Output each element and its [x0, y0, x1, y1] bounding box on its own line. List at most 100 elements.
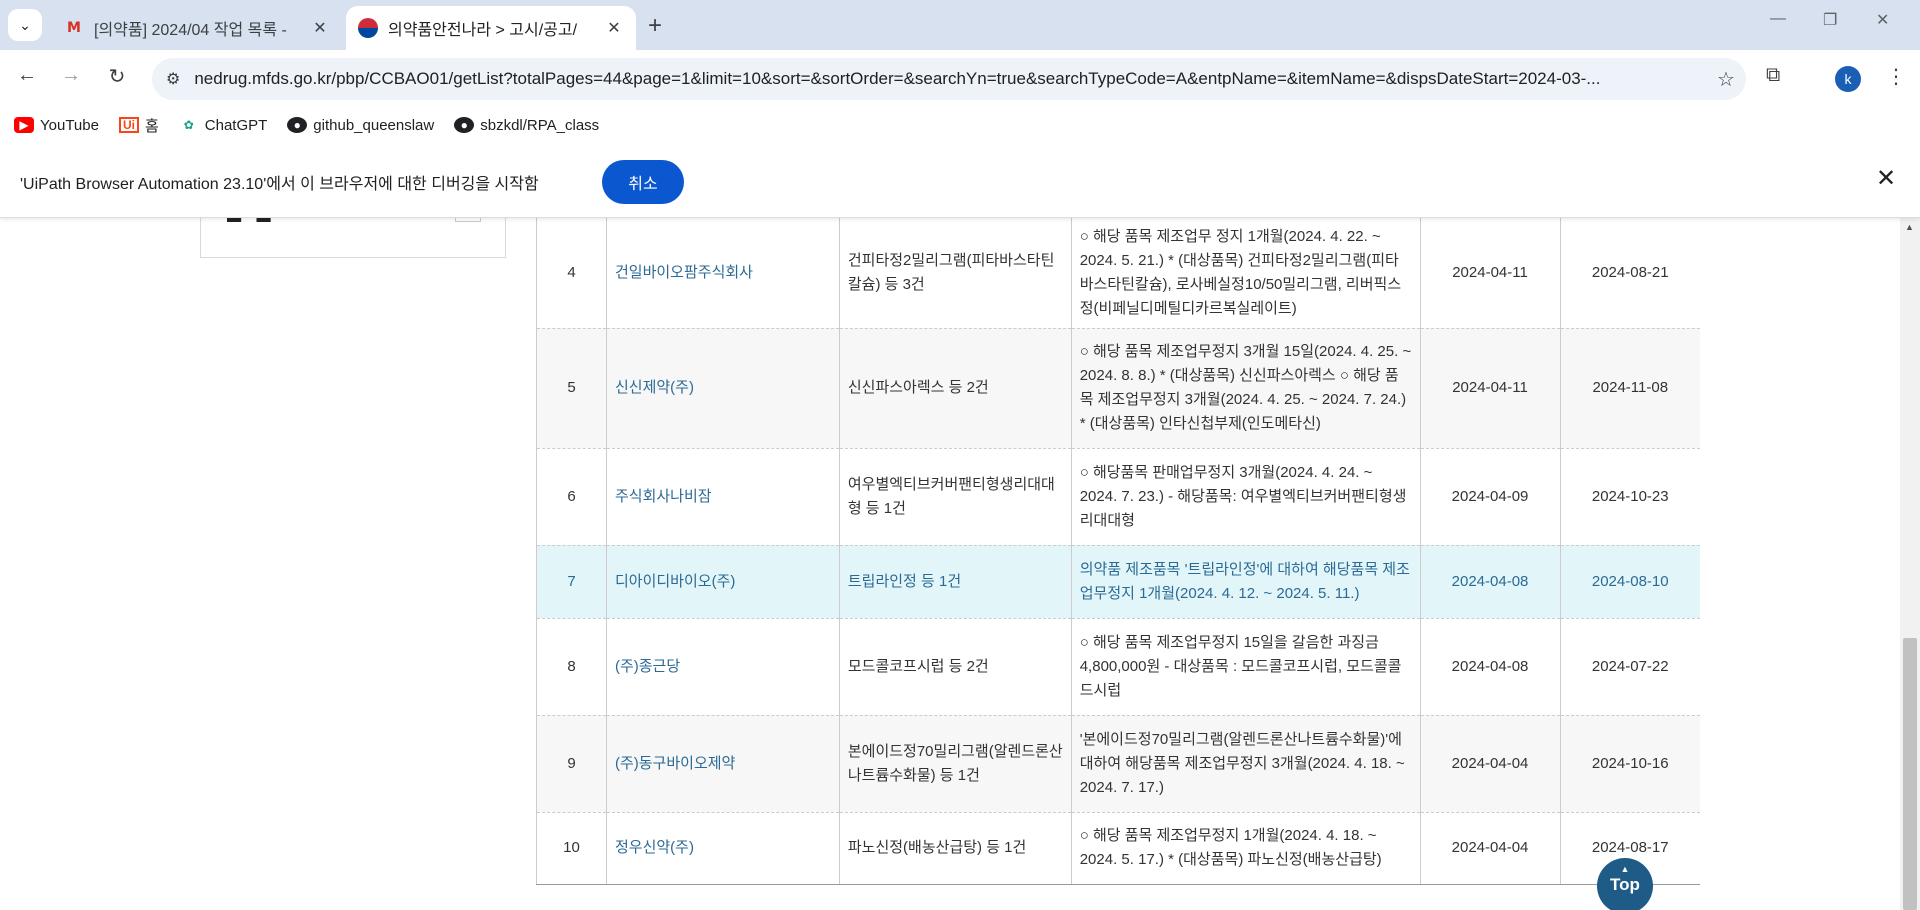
- disposition-date: 2024-04-09: [1420, 448, 1561, 546]
- sanction-table: 4 건일바이오팜주식회사 건피타정2밀리그램(피타바스타틴칼슘) 등 3건 ○ …: [536, 218, 1700, 885]
- more-menu-icon[interactable]: ⋮: [1886, 64, 1906, 89]
- window-close-button[interactable]: ✕: [1876, 10, 1889, 30]
- site-info-icon[interactable]: ⚙: [166, 69, 180, 89]
- table-row[interactable]: 4 건일바이오팜주식회사 건피타정2밀리그램(피타바스타틴칼슘) 등 3건 ○ …: [536, 218, 1700, 329]
- top-button-label: Top: [1610, 875, 1640, 894]
- tab-title: [의약품] 2024/04 작업 목록 -: [94, 22, 287, 39]
- bookmark-label: ChatGPT: [204, 116, 268, 134]
- forward-arrow-icon[interactable]: →: [56, 64, 86, 87]
- page-content: █▁█▁▁▁ 4 건일바이오팜주식회사 건피타정2밀리그램(피타바스타틴칼슘) …: [0, 218, 1900, 910]
- avatar[interactable]: k: [1835, 66, 1861, 92]
- row-number: 7: [536, 545, 607, 619]
- bookmark-label: github_queenslaw: [313, 116, 435, 134]
- description-cell: ○ 해당 품목 제조업무정지 3개월 15일(2024. 4. 25. ~ 20…: [1071, 328, 1421, 449]
- arrow-up-icon: ▲: [1620, 864, 1630, 874]
- github-icon: ●: [287, 117, 308, 133]
- new-tab-button[interactable]: +: [648, 12, 662, 40]
- row-number: 8: [536, 618, 607, 716]
- bookmark-home[interactable]: Ui 홈: [118, 115, 159, 136]
- sidebar-toggle-button[interactable]: [455, 218, 481, 222]
- tab-search-button[interactable]: ⌄: [8, 9, 42, 41]
- end-date: 2024-08-10: [1560, 545, 1700, 619]
- github-icon: ●: [454, 117, 475, 133]
- description-cell: ○ 해당 품목 제조업무 정지 1개월(2024. 4. 22. ~ 2024.…: [1071, 218, 1421, 329]
- tab-title: 의약품안전나라 > 고시/공고/: [388, 22, 578, 39]
- table-row[interactable]: 7 디아이디바이오(주) 트립라인정 등 1건 의약품 제조품목 '트립라인정'…: [536, 545, 1700, 619]
- description-cell: ○ 해당품목 판매업무정지 3개월(2024. 4. 24. ~ 2024. 7…: [1071, 448, 1421, 546]
- end-date: 2024-07-22: [1560, 618, 1700, 716]
- scroll-up-arrow-icon[interactable]: ▲: [1905, 222, 1914, 232]
- disposition-date: 2024-04-11: [1420, 328, 1561, 449]
- row-number: 5: [536, 328, 607, 449]
- chevron-down-icon: ⌄: [19, 16, 31, 33]
- cancel-button[interactable]: 취소: [602, 160, 684, 204]
- close-icon[interactable]: ✕: [1876, 164, 1896, 193]
- bookmark-label: 홈: [144, 117, 159, 135]
- description-cell: '본에이드정70밀리그램(알렌드론산나트륨수화물)'에 대하여 해당품목 제조업…: [1071, 715, 1421, 813]
- sidebar-box: █▁█▁▁▁: [200, 218, 506, 258]
- disposition-date: 2024-04-08: [1420, 545, 1561, 619]
- item-cell: 건피타정2밀리그램(피타바스타틴칼슘) 등 3건: [839, 218, 1072, 329]
- description-cell: ○ 해당 품목 제조업무정지 15일을 갈음한 과징금 4,800,000원 -…: [1071, 618, 1421, 716]
- end-date: 2024-11-08: [1560, 328, 1700, 449]
- bookmark-youtube[interactable]: ▶ YouTube: [14, 117, 99, 134]
- company-link[interactable]: (주)동구바이오제약: [606, 715, 840, 813]
- url-text[interactable]: nedrug.mfds.go.kr/pbp/CCBAO01/getList?to…: [194, 69, 1706, 89]
- table-row[interactable]: 10 정우신약(주) 파노신정(배농산급탕) 등 1건 ○ 해당 품목 제조업무…: [536, 812, 1700, 885]
- table-row[interactable]: 5 신신제약(주) 신신파스아렉스 등 2건 ○ 해당 품목 제조업무정지 3개…: [536, 328, 1700, 449]
- row-number: 4: [536, 218, 607, 329]
- item-cell: 여우별엑티브커버팬티형생리대대형 등 1건: [839, 448, 1072, 546]
- browser-toolbar: ← → ↻ ⚙ nedrug.mfds.go.kr/pbp/CCBAO01/ge…: [0, 50, 1920, 108]
- company-link[interactable]: 건일바이오팜주식회사: [606, 218, 840, 329]
- item-cell: 모드콜코프시럽 등 2건: [839, 618, 1072, 716]
- company-link[interactable]: 디아이디바이오(주): [606, 545, 840, 619]
- table-row[interactable]: 8 (주)종근당 모드콜코프시럽 등 2건 ○ 해당 품목 제조업무정지 15일…: [536, 618, 1700, 716]
- back-arrow-icon[interactable]: ←: [12, 64, 42, 87]
- debugging-infobar: 'UiPath Browser Automation 23.10'에서 이 브라…: [0, 142, 1920, 218]
- tab-nedrug[interactable]: 의약품안전나라 > 고시/공고/ ✕: [346, 6, 636, 50]
- reload-icon[interactable]: ↻: [102, 64, 132, 89]
- infobar-message: 'UiPath Browser Automation 23.10'에서 이 브라…: [20, 176, 539, 193]
- disposition-date: 2024-04-04: [1420, 715, 1561, 813]
- bookmark-chatgpt[interactable]: ✿ ChatGPT: [179, 117, 268, 134]
- chatgpt-icon: ✿: [183, 118, 194, 132]
- row-number: 10: [536, 812, 607, 885]
- row-number: 9: [536, 715, 607, 813]
- bookmark-github-queenslaw[interactable]: ● github_queenslaw: [287, 117, 434, 134]
- bookmark-rpa-class[interactable]: ● sbzkdl/RPA_class: [454, 117, 599, 134]
- korea-flag-icon: [358, 18, 378, 38]
- restore-button[interactable]: ❐: [1823, 10, 1837, 30]
- bookmark-star-icon[interactable]: ☆: [1706, 67, 1746, 92]
- extensions-icon[interactable]: ⧉: [1766, 64, 1780, 87]
- company-link[interactable]: 신신제약(주): [606, 328, 840, 449]
- company-link[interactable]: (주)종근당: [606, 618, 840, 716]
- end-date: 2024-10-23: [1560, 448, 1700, 546]
- plus-icon: +: [648, 12, 663, 39]
- bookmark-label: sbzkdl/RPA_class: [480, 116, 600, 134]
- table-row[interactable]: 6 주식회사나비잠 여우별엑티브커버팬티형생리대대형 등 1건 ○ 해당품목 판…: [536, 448, 1700, 546]
- address-bar[interactable]: ⚙ nedrug.mfds.go.kr/pbp/CCBAO01/getList?…: [152, 58, 1746, 100]
- tab-gmail[interactable]: M [의약품] 2024/04 작업 목록 - ✕: [52, 6, 342, 50]
- item-cell: 신신파스아렉스 등 2건: [839, 328, 1072, 449]
- scroll-top-button[interactable]: ▲ Top: [1597, 858, 1653, 910]
- end-date: 2024-10-16: [1560, 715, 1700, 813]
- scrollbar-thumb[interactable]: [1903, 638, 1917, 910]
- table-row[interactable]: 9 (주)동구바이오제약 본에이드정70밀리그램(알렌드론산나트륨수화물) 등 …: [536, 715, 1700, 813]
- close-icon[interactable]: ✕: [310, 18, 330, 38]
- row-number: 6: [536, 448, 607, 546]
- company-link[interactable]: 정우신약(주): [606, 812, 840, 885]
- minimize-button[interactable]: —: [1770, 10, 1786, 28]
- uipath-icon: Ui: [118, 117, 139, 133]
- bookmark-label: YouTube: [40, 116, 99, 134]
- item-cell: 본에이드정70밀리그램(알렌드론산나트륨수화물) 등 1건: [839, 715, 1072, 813]
- tab-strip: ⌄ M [의약품] 2024/04 작업 목록 - ✕ 의약품안전나라 > 고시…: [0, 0, 1920, 50]
- bookmarks-bar: ▶ YouTube Ui 홈 ✿ ChatGPT ● github_queens…: [0, 108, 1920, 142]
- description-cell: 의약품 제조품목 '트립라인정'에 대하여 해당품목 제조업무정지 1개월(20…: [1071, 545, 1421, 619]
- close-icon[interactable]: ✕: [604, 18, 624, 38]
- youtube-icon: ▶: [14, 117, 34, 133]
- description-cell: ○ 해당 품목 제조업무정지 1개월(2024. 4. 18. ~ 2024. …: [1071, 812, 1421, 885]
- disposition-date: 2024-04-11: [1420, 218, 1561, 329]
- company-link[interactable]: 주식회사나비잠: [606, 448, 840, 546]
- page-scrollbar[interactable]: ▲: [1900, 218, 1920, 910]
- end-date: 2024-08-21: [1560, 218, 1700, 329]
